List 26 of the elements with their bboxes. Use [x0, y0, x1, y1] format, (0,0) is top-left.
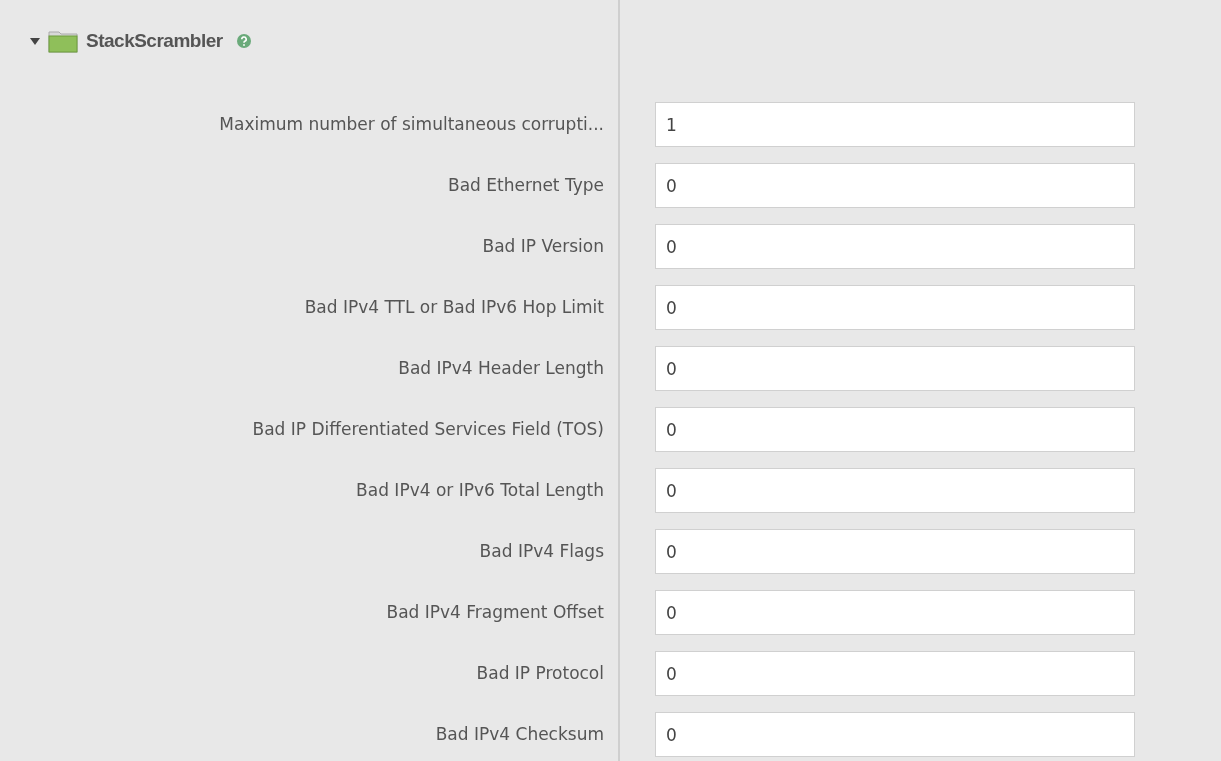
- input-field[interactable]: 0: [655, 346, 1135, 391]
- field-label: Bad IPv4 Fragment Offset: [386, 602, 604, 622]
- field-label: Bad IP Version: [482, 236, 604, 256]
- input-field[interactable]: 0: [655, 163, 1135, 208]
- expand-triangle-icon[interactable]: [30, 36, 40, 46]
- folder-icon: [48, 29, 78, 53]
- field-label: Maximum number of simultaneous corrupti...: [219, 114, 604, 134]
- input-field[interactable]: 0: [655, 407, 1135, 452]
- input-field[interactable]: 0: [655, 285, 1135, 330]
- field-label: Bad IPv4 Header Length: [398, 358, 604, 378]
- input-field[interactable]: 0: [655, 651, 1135, 696]
- section-title: StackScrambler: [86, 30, 223, 52]
- field-label: Bad IP Protocol: [476, 663, 604, 683]
- help-icon[interactable]: [236, 34, 251, 48]
- field-label: Bad IPv4 Flags: [479, 541, 604, 561]
- input-field[interactable]: 0: [655, 224, 1135, 269]
- field-label: Bad IP Differentiated Services Field (TOS): [252, 419, 604, 439]
- field-label: Bad IPv4 TTL or Bad IPv6 Hop Limit: [304, 297, 604, 317]
- input-field[interactable]: 0: [655, 712, 1135, 757]
- field-label: Bad IPv4 or IPv6 Total Length: [356, 480, 604, 500]
- input-field[interactable]: 1: [655, 102, 1135, 147]
- input-field[interactable]: 0: [655, 468, 1135, 513]
- field-label: Bad IPv4 Checksum: [435, 724, 604, 744]
- input-field[interactable]: 0: [655, 590, 1135, 635]
- input-field[interactable]: 0: [655, 529, 1135, 574]
- field-label: Bad Ethernet Type: [448, 175, 604, 195]
